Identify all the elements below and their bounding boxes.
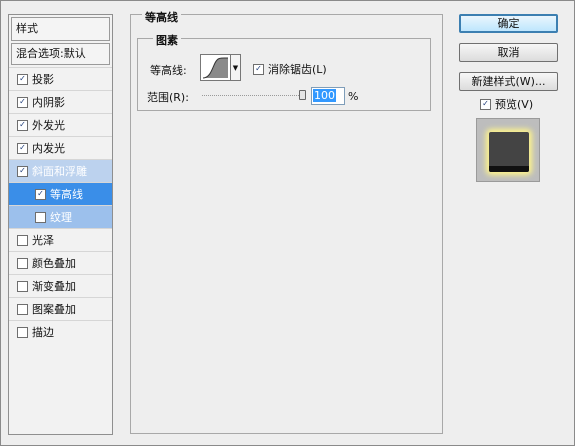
preview-checkbox[interactable]: ✓	[480, 98, 491, 110]
checkbox-inner-shadow[interactable]: ✓	[17, 96, 28, 108]
checkbox-pattern-overlay[interactable]: ✓	[17, 303, 28, 315]
checkbox-gradient-overlay[interactable]: ✓	[17, 280, 28, 292]
style-item-label: 描边	[32, 326, 54, 339]
style-item-label: 投影	[32, 73, 54, 86]
style-item-label: 渐变叠加	[32, 280, 76, 293]
styles-header[interactable]: 样式	[11, 17, 110, 41]
style-item-satin[interactable]: ✓ 光泽	[9, 228, 112, 251]
style-item-inner-shadow[interactable]: ✓ 内阴影	[9, 90, 112, 113]
style-item-drop-shadow[interactable]: ✓ 投影	[9, 67, 112, 90]
checkbox-satin[interactable]: ✓	[17, 234, 28, 246]
contour-curve-icon	[202, 57, 229, 79]
style-item-texture[interactable]: ✓ 纹理	[9, 205, 112, 228]
cancel-button[interactable]: 取消	[459, 43, 558, 62]
new-style-button[interactable]: 新建样式(W)...	[459, 72, 558, 91]
style-item-stroke[interactable]: ✓ 描边	[9, 320, 112, 343]
style-item-label: 等高线	[50, 188, 83, 201]
style-item-bevel-emboss[interactable]: ✓ 斜面和浮雕	[9, 159, 112, 182]
style-item-label: 图案叠加	[32, 303, 76, 316]
style-item-label: 颜色叠加	[32, 257, 76, 270]
checkbox-stroke[interactable]: ✓	[17, 326, 28, 338]
chevron-down-icon[interactable]: ▼	[231, 54, 241, 81]
checkbox-texture[interactable]: ✓	[35, 211, 46, 223]
checkbox-bevel-emboss[interactable]: ✓	[17, 165, 28, 177]
contour-label: 等高线:	[150, 64, 187, 77]
checkbox-outer-glow[interactable]: ✓	[17, 119, 28, 131]
blending-options-item[interactable]: 混合选项:默认	[11, 43, 110, 65]
preview-label: 预览(V)	[495, 98, 534, 111]
style-item-label: 光泽	[32, 234, 54, 247]
style-item-color-overlay[interactable]: ✓ 颜色叠加	[9, 251, 112, 274]
contour-picker[interactable]	[200, 54, 231, 81]
checkbox-inner-glow[interactable]: ✓	[17, 142, 28, 154]
style-preview	[476, 118, 540, 182]
preview-checkbox-row[interactable]: ✓ 预览(V)	[480, 96, 533, 112]
style-preview-swatch	[489, 132, 529, 172]
style-item-label: 内阴影	[32, 96, 65, 109]
style-list: 样式 混合选项:默认 ✓ 投影 ✓ 内阴影 ✓ 外发光 ✓ 内发光 ✓ 斜面和浮…	[8, 14, 113, 435]
range-value: 100	[313, 89, 336, 102]
checkbox-drop-shadow[interactable]: ✓	[17, 73, 28, 85]
checkbox-contour[interactable]: ✓	[35, 188, 46, 200]
checkbox-color-overlay[interactable]: ✓	[17, 257, 28, 269]
panel-title: 等高线	[142, 9, 181, 25]
style-item-inner-glow[interactable]: ✓ 内发光	[9, 136, 112, 159]
range-input[interactable]: 100	[311, 87, 345, 105]
style-item-label: 斜面和浮雕	[32, 165, 87, 178]
style-item-contour[interactable]: ✓ 等高线	[9, 182, 112, 205]
style-item-outer-glow[interactable]: ✓ 外发光	[9, 113, 112, 136]
range-unit: %	[348, 90, 359, 103]
style-item-gradient-overlay[interactable]: ✓ 渐变叠加	[9, 274, 112, 297]
style-item-label: 内发光	[32, 142, 65, 155]
range-slider-thumb[interactable]	[299, 90, 306, 100]
range-label: 范围(R):	[147, 91, 189, 104]
group-title: 图素	[153, 32, 181, 48]
antialias-checkbox[interactable]: ✓	[253, 63, 264, 75]
style-item-label: 外发光	[32, 119, 65, 132]
antialias-label: 消除锯齿(L)	[268, 63, 327, 76]
style-item-label: 纹理	[50, 211, 72, 224]
style-item-pattern-overlay[interactable]: ✓ 图案叠加	[9, 297, 112, 320]
antialias-checkbox-row[interactable]: ✓ 消除锯齿(L)	[253, 61, 327, 77]
ok-button[interactable]: 确定	[459, 14, 558, 33]
range-slider-track[interactable]	[202, 95, 303, 96]
